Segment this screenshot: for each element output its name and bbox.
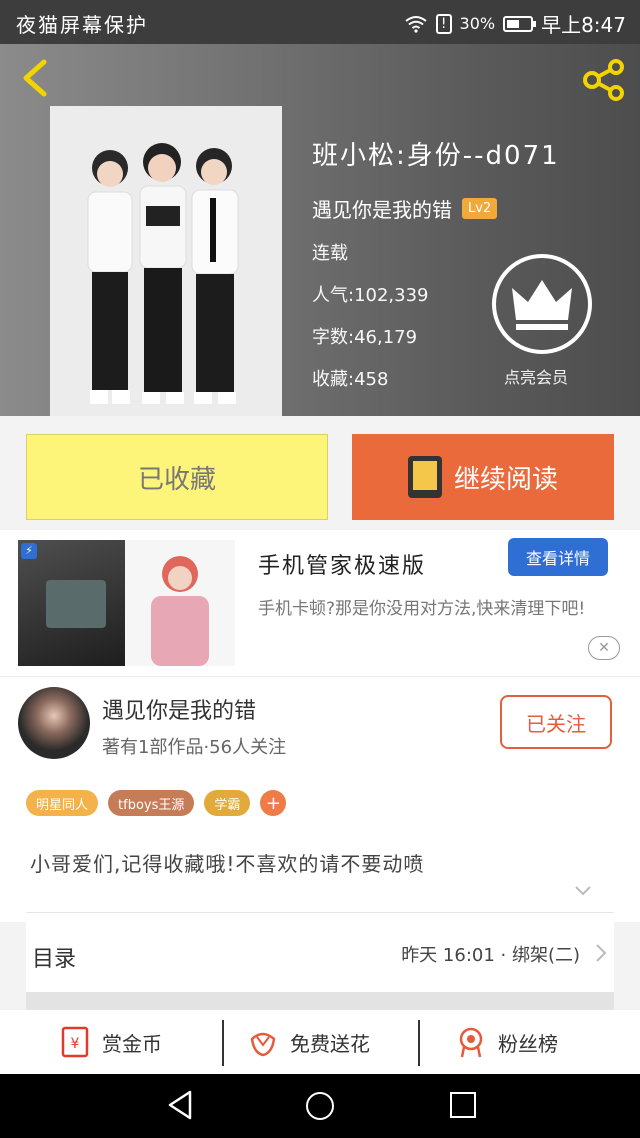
follow-button[interactable]: 已关注 [500, 695, 612, 749]
collect-label: 已收藏 [137, 464, 216, 495]
close-icon: ✕ [598, 640, 610, 656]
svg-text:¥: ¥ [71, 1036, 80, 1052]
continue-reading-button[interactable]: 继续阅读 [352, 434, 614, 520]
vip-crown-label: 点亮会员 [504, 368, 569, 387]
section-divider [26, 992, 614, 1010]
status-right: ! 30% 早上8:47 [404, 9, 626, 38]
level-badge: Lv2 [462, 198, 498, 219]
words-label: 字数: [312, 327, 355, 348]
favorites-label: 收藏: [312, 369, 355, 390]
system-nav-bar [0, 1074, 640, 1138]
phone-illustration [46, 580, 106, 628]
tag-list: 明星同人 tfboys王源 学霸 + [26, 790, 287, 816]
reward-coins-button[interactable]: ¥ 赏金币 [58, 1010, 162, 1074]
catalog-label: 目录 [32, 947, 77, 972]
status-bar: 夜猫屏幕保护 ! 30% 早上8:47 [0, 0, 640, 44]
avatar[interactable] [18, 687, 90, 759]
book-description: 小哥爱们,记得收藏哦!不喜欢的请不要动喷 [30, 852, 425, 876]
favorites-value: 458 [354, 369, 389, 390]
chevron-down-icon[interactable] [574, 882, 592, 900]
chevron-left-icon [23, 59, 47, 97]
bottom-actions: ¥ 赏金币 免费送花 粉丝榜 [0, 1010, 640, 1074]
collect-button[interactable]: 已收藏 [26, 434, 328, 520]
send-flower-button[interactable]: 免费送花 [246, 1010, 370, 1074]
flower-icon [246, 1025, 280, 1059]
tags-section: 明星同人 tfboys王源 学霸 + 小哥爱们,记得收藏哦!不喜欢的请不要动喷 [0, 772, 640, 922]
nav-home-icon[interactable] [306, 1092, 334, 1120]
popularity-label: 人气: [312, 285, 355, 306]
red-envelope-icon: ¥ [58, 1025, 92, 1059]
share-icon [583, 59, 624, 101]
ad-details-label: 查看详情 [525, 549, 590, 568]
book-author[interactable]: 遇见你是我的错 [312, 194, 452, 223]
author-block: 遇见你是我的错 著有1部作品·56人关注 已关注 [0, 676, 640, 774]
add-tag-button[interactable]: + [260, 790, 287, 816]
share-button[interactable] [580, 58, 628, 102]
status-left-text: 夜猫屏幕保护 [16, 13, 148, 37]
continue-reading-label: 继续阅读 [453, 464, 558, 495]
tag-item[interactable]: 明星同人 [26, 790, 99, 816]
tag-item[interactable]: 学霸 [204, 790, 251, 816]
words-value: 46,179 [354, 327, 418, 348]
battery-icon [503, 15, 537, 32]
clock: 早上8:47 [541, 13, 626, 37]
ad-banner[interactable]: ⚡ 手机管家极速版 手机卡顿?那是你没用对方法,快来清理下吧! 查看详情 ✕ [0, 530, 640, 676]
book-icon [407, 456, 442, 498]
cover-illustration [50, 106, 282, 416]
vip-crown-button[interactable] [492, 254, 592, 354]
nav-recent-apps-icon[interactable] [450, 1092, 476, 1118]
signal-warning-icon: ! [435, 13, 452, 34]
ad-image-person [125, 540, 235, 666]
ad-title: 手机管家极速版 [258, 554, 427, 579]
book-author-row: 遇见你是我的错 Lv2 [312, 194, 560, 223]
author-name[interactable]: 遇见你是我的错 [102, 693, 256, 725]
divider [222, 1020, 224, 1066]
send-flower-label: 免费送花 [290, 1031, 370, 1056]
lightning-icon: ⚡ [21, 543, 37, 559]
popularity-value: 102,339 [354, 285, 429, 306]
tag-item[interactable]: tfboys王源 [108, 790, 195, 816]
battery-percent: 30% [459, 14, 496, 33]
fan-ranking-button[interactable]: 粉丝榜 [454, 1010, 558, 1074]
latest-chapter: 昨天 16:01 · 绑架(二) [401, 945, 580, 966]
book-title: 班小松:身份--d071 [312, 141, 560, 171]
book-cover[interactable] [50, 106, 282, 416]
reward-coins-label: 赏金币 [102, 1031, 162, 1056]
back-button[interactable] [18, 58, 52, 98]
ad-image-phone: ⚡ [18, 540, 125, 666]
ad-details-button[interactable]: 查看详情 [508, 538, 608, 576]
crown-icon [512, 280, 572, 330]
divider [418, 1020, 420, 1066]
follow-label: 已关注 [526, 711, 586, 736]
fan-ranking-label: 粉丝榜 [498, 1031, 558, 1056]
nav-back-icon[interactable] [166, 1090, 194, 1120]
ad-description: 手机卡顿?那是你没用对方法,快来清理下吧! [258, 599, 586, 619]
ad-close-button[interactable]: ✕ [588, 636, 620, 660]
author-stats: 著有1部作品·56人关注 [102, 737, 287, 758]
catalog-row[interactable]: 目录 昨天 16:01 · 绑架(二) [26, 912, 614, 997]
wifi-icon [405, 15, 427, 33]
medal-icon [454, 1025, 488, 1059]
chevron-right-icon [596, 944, 607, 962]
